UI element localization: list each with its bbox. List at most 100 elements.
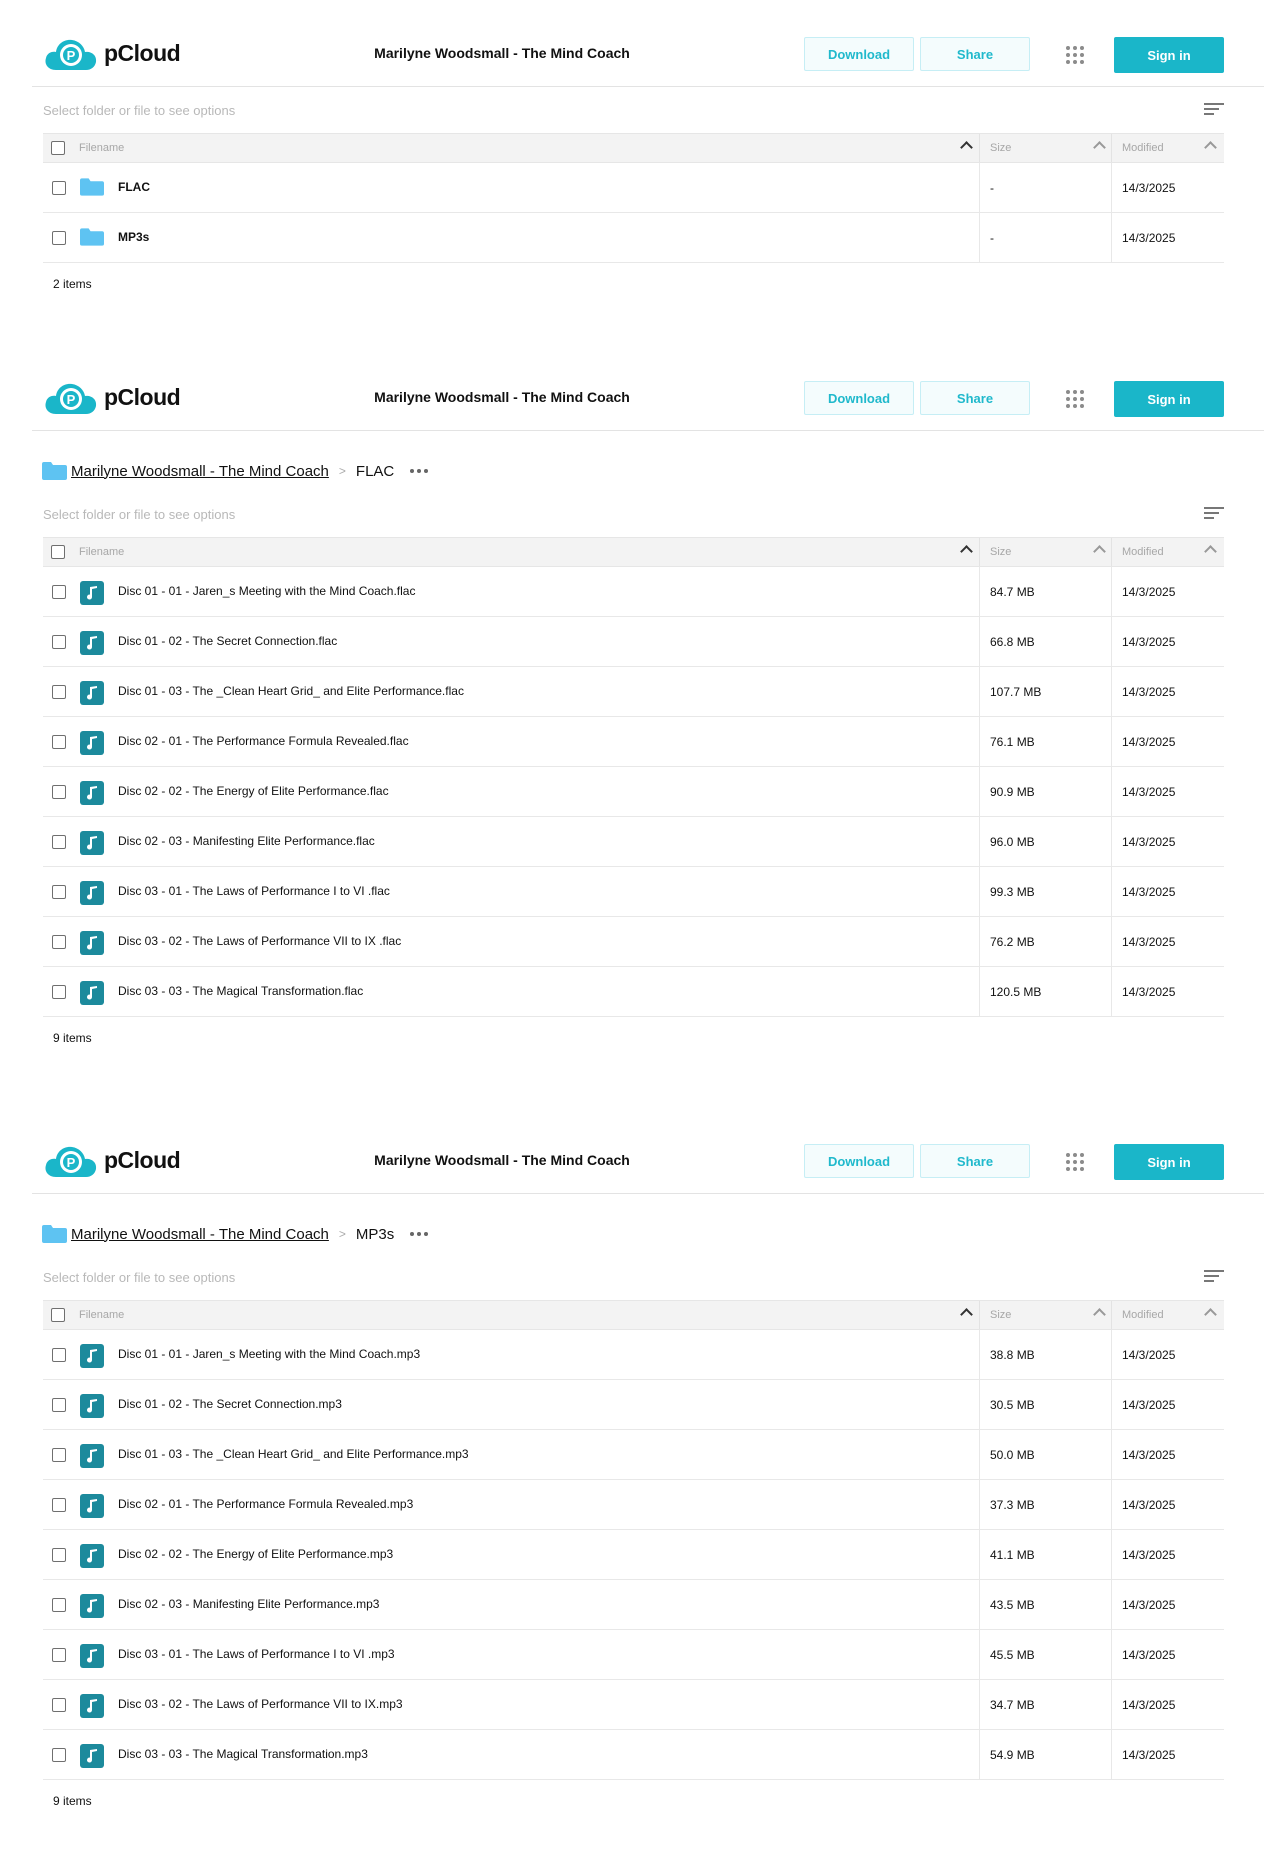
share-button[interactable]: Share xyxy=(920,37,1030,71)
sort-icon-size[interactable] xyxy=(1093,1308,1106,1321)
file-name[interactable]: Disc 01 - 03 - The _Clean Heart Grid_ an… xyxy=(118,684,464,698)
row-checkbox[interactable] xyxy=(52,181,66,195)
file-name[interactable]: Disc 03 - 03 - The Magical Transformatio… xyxy=(118,1747,368,1761)
file-name[interactable]: Disc 01 - 01 - Jaren_s Meeting with the … xyxy=(118,1347,420,1361)
row-checkbox[interactable] xyxy=(52,585,66,599)
breadcrumb-root-link[interactable]: Marilyne Woodsmall - The Mind Coach xyxy=(71,463,329,480)
sort-asc-icon[interactable] xyxy=(960,545,973,558)
table-row[interactable]: Disc 03 - 02 - The Laws of Performance V… xyxy=(43,917,1224,967)
grid-icon[interactable] xyxy=(1066,1153,1084,1171)
sort-asc-icon[interactable] xyxy=(960,141,973,154)
table-row[interactable]: FLAC - 14/3/2025 xyxy=(43,163,1224,213)
row-checkbox[interactable] xyxy=(52,1598,66,1612)
file-name[interactable]: Disc 01 - 02 - The Secret Connection.mp3 xyxy=(118,1397,342,1411)
download-button[interactable]: Download xyxy=(804,1144,914,1178)
file-name[interactable]: Disc 01 - 01 - Jaren_s Meeting with the … xyxy=(118,584,415,598)
select-all-checkbox[interactable] xyxy=(51,545,65,559)
file-name[interactable]: Disc 03 - 03 - The Magical Transformatio… xyxy=(118,984,363,998)
row-checkbox[interactable] xyxy=(52,985,66,999)
file-name[interactable]: MP3s xyxy=(118,230,149,244)
table-row[interactable]: Disc 02 - 03 - Manifesting Elite Perform… xyxy=(43,1580,1224,1630)
row-checkbox[interactable] xyxy=(52,785,66,799)
table-row[interactable]: Disc 01 - 01 - Jaren_s Meeting with the … xyxy=(43,1330,1224,1380)
table-row[interactable]: Disc 03 - 01 - The Laws of Performance I… xyxy=(43,867,1224,917)
sort-icon-modified[interactable] xyxy=(1204,545,1217,558)
row-checkbox[interactable] xyxy=(52,1448,66,1462)
row-checkbox[interactable] xyxy=(52,1548,66,1562)
table-row[interactable]: Disc 02 - 01 - The Performance Formula R… xyxy=(43,1480,1224,1530)
row-checkbox[interactable] xyxy=(52,1398,66,1412)
more-options-icon[interactable] xyxy=(410,1232,429,1236)
file-name[interactable]: Disc 03 - 01 - The Laws of Performance I… xyxy=(118,1647,395,1661)
pcloud-logo[interactable]: P pCloud xyxy=(44,380,194,420)
table-row[interactable]: Disc 01 - 02 - The Secret Connection.fla… xyxy=(43,617,1224,667)
table-row[interactable]: Disc 03 - 03 - The Magical Transformatio… xyxy=(43,967,1224,1017)
table-row[interactable]: Disc 02 - 02 - The Energy of Elite Perfo… xyxy=(43,767,1224,817)
row-checkbox[interactable] xyxy=(52,735,66,749)
sort-icon[interactable] xyxy=(1204,507,1224,521)
file-name[interactable]: Disc 02 - 01 - The Performance Formula R… xyxy=(118,734,409,748)
table-row[interactable]: Disc 02 - 02 - The Energy of Elite Perfo… xyxy=(43,1530,1224,1580)
sort-icon-size[interactable] xyxy=(1093,141,1106,154)
sign-in-button[interactable]: Sign in xyxy=(1114,37,1224,73)
pcloud-logo[interactable]: P pCloud xyxy=(44,1143,194,1183)
file-name[interactable]: FLAC xyxy=(118,180,150,194)
table-row[interactable]: Disc 02 - 01 - The Performance Formula R… xyxy=(43,717,1224,767)
sort-icon-modified[interactable] xyxy=(1204,141,1217,154)
row-checkbox[interactable] xyxy=(52,1648,66,1662)
table-row[interactable]: Disc 02 - 03 - Manifesting Elite Perform… xyxy=(43,817,1224,867)
column-filename[interactable]: Filename xyxy=(79,1309,124,1321)
file-name[interactable]: Disc 02 - 02 - The Energy of Elite Perfo… xyxy=(118,1547,393,1561)
column-filename[interactable]: Filename xyxy=(79,142,124,154)
column-filename[interactable]: Filename xyxy=(79,546,124,558)
download-button[interactable]: Download xyxy=(804,37,914,71)
column-size[interactable]: Size xyxy=(990,1309,1011,1321)
table-row[interactable]: Disc 03 - 01 - The Laws of Performance I… xyxy=(43,1630,1224,1680)
column-modified[interactable]: Modified xyxy=(1122,1309,1164,1321)
column-size[interactable]: Size xyxy=(990,546,1011,558)
file-name[interactable]: Disc 03 - 02 - The Laws of Performance V… xyxy=(118,1697,403,1711)
share-button[interactable]: Share xyxy=(920,381,1030,415)
row-checkbox[interactable] xyxy=(52,835,66,849)
column-size[interactable]: Size xyxy=(990,142,1011,154)
file-name[interactable]: Disc 01 - 02 - The Secret Connection.fla… xyxy=(118,634,337,648)
column-modified[interactable]: Modified xyxy=(1122,142,1164,154)
grid-icon[interactable] xyxy=(1066,46,1084,64)
table-row[interactable]: Disc 01 - 03 - The _Clean Heart Grid_ an… xyxy=(43,1430,1224,1480)
table-row[interactable]: Disc 03 - 02 - The Laws of Performance V… xyxy=(43,1680,1224,1730)
table-row[interactable]: Disc 01 - 02 - The Secret Connection.mp3… xyxy=(43,1380,1224,1430)
file-name[interactable]: Disc 02 - 03 - Manifesting Elite Perform… xyxy=(118,1597,379,1611)
row-checkbox[interactable] xyxy=(52,935,66,949)
sign-in-button[interactable]: Sign in xyxy=(1114,1144,1224,1180)
table-row[interactable]: Disc 01 - 01 - Jaren_s Meeting with the … xyxy=(43,567,1224,617)
row-checkbox[interactable] xyxy=(52,1698,66,1712)
file-name[interactable]: Disc 02 - 03 - Manifesting Elite Perform… xyxy=(118,834,375,848)
pcloud-logo[interactable]: P pCloud xyxy=(44,36,194,76)
sort-asc-icon[interactable] xyxy=(960,1308,973,1321)
sort-icon[interactable] xyxy=(1204,1270,1224,1284)
grid-icon[interactable] xyxy=(1066,390,1084,408)
row-checkbox[interactable] xyxy=(52,1748,66,1762)
file-name[interactable]: Disc 03 - 02 - The Laws of Performance V… xyxy=(118,934,401,948)
column-modified[interactable]: Modified xyxy=(1122,546,1164,558)
row-checkbox[interactable] xyxy=(52,1348,66,1362)
select-all-checkbox[interactable] xyxy=(51,141,65,155)
breadcrumb-root-link[interactable]: Marilyne Woodsmall - The Mind Coach xyxy=(71,1226,329,1243)
sort-icon[interactable] xyxy=(1204,103,1224,117)
table-row[interactable]: Disc 01 - 03 - The _Clean Heart Grid_ an… xyxy=(43,667,1224,717)
row-checkbox[interactable] xyxy=(52,635,66,649)
sort-icon-size[interactable] xyxy=(1093,545,1106,558)
share-button[interactable]: Share xyxy=(920,1144,1030,1178)
sort-icon-modified[interactable] xyxy=(1204,1308,1217,1321)
row-checkbox[interactable] xyxy=(52,885,66,899)
table-row[interactable]: MP3s - 14/3/2025 xyxy=(43,213,1224,263)
row-checkbox[interactable] xyxy=(52,231,66,245)
row-checkbox[interactable] xyxy=(52,685,66,699)
file-name[interactable]: Disc 01 - 03 - The _Clean Heart Grid_ an… xyxy=(118,1447,469,1461)
row-checkbox[interactable] xyxy=(52,1498,66,1512)
file-name[interactable]: Disc 02 - 01 - The Performance Formula R… xyxy=(118,1497,413,1511)
select-all-checkbox[interactable] xyxy=(51,1308,65,1322)
download-button[interactable]: Download xyxy=(804,381,914,415)
more-options-icon[interactable] xyxy=(410,469,429,473)
file-name[interactable]: Disc 02 - 02 - The Energy of Elite Perfo… xyxy=(118,784,389,798)
